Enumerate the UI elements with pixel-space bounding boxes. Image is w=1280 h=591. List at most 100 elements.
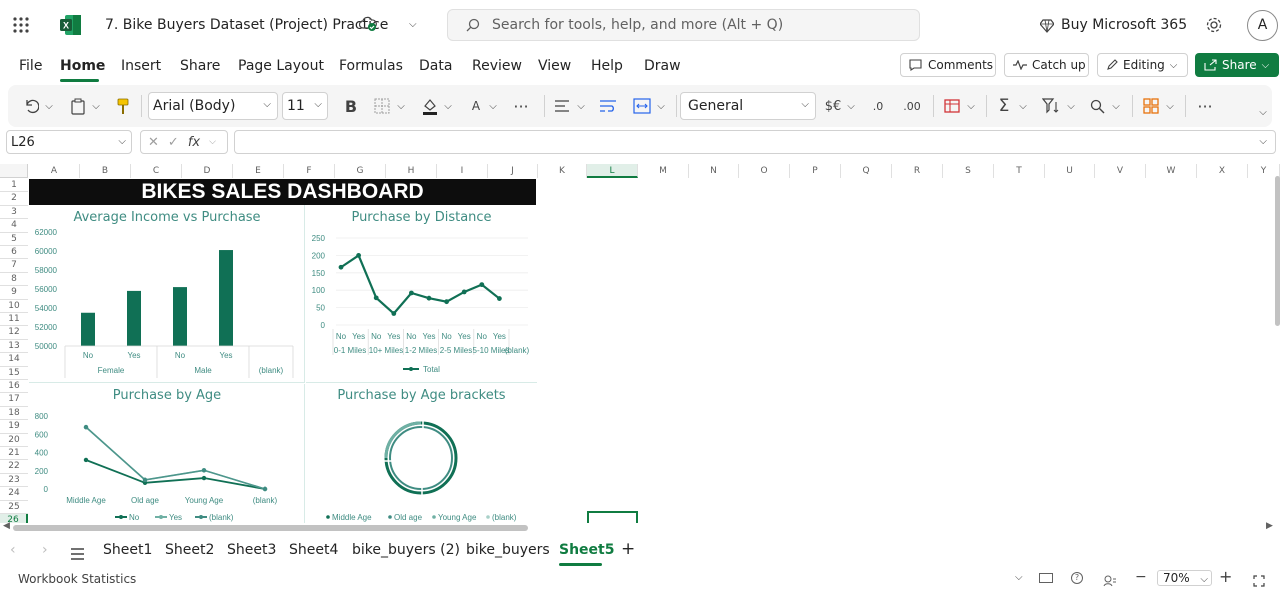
settings-gear-icon[interactable] <box>1205 16 1223 34</box>
autosum-icon[interactable]: Σ <box>994 93 1014 119</box>
column-header-b[interactable]: B <box>80 164 131 178</box>
merge-chevron-icon[interactable]: ⌵ <box>656 93 666 119</box>
search-box[interactable]: Search for tools, help, and more (Alt + … <box>447 9 920 41</box>
sheet-tab-1[interactable]: Sheet1 <box>103 542 152 558</box>
sheet-tab-3[interactable]: Sheet3 <box>227 542 276 558</box>
title-dropdown-chevron-icon[interactable]: ⌵ <box>409 19 417 30</box>
font-color-chevron-icon[interactable]: ⌵ <box>488 93 498 119</box>
column-header-c[interactable]: C <box>131 164 182 178</box>
column-header-f[interactable]: F <box>284 164 335 178</box>
column-header-o[interactable]: O <box>739 164 790 178</box>
row-header-25[interactable]: 25 <box>0 501 28 514</box>
sheet-tab-4[interactable]: Sheet4 <box>289 542 338 558</box>
increase-decimal-button[interactable]: .0 <box>868 93 888 119</box>
row-header-24[interactable]: 24 <box>0 487 28 501</box>
row-header-6[interactable]: 6 <box>0 246 28 260</box>
row-header-9[interactable]: 9 <box>0 286 28 300</box>
column-header-r[interactable]: R <box>892 164 943 178</box>
row-header-13[interactable]: 13 <box>0 340 28 354</box>
menu-share[interactable]: Share <box>180 58 220 74</box>
file-title[interactable]: 7. Bike Buyers Dataset (Project) Practic… <box>105 17 388 33</box>
status-chevron-icon[interactable]: ⌵ <box>1015 572 1023 583</box>
scroll-right-arrow-icon[interactable]: ▶ <box>1266 521 1273 531</box>
prev-sheet-arrow-icon[interactable]: ‹ <box>10 542 16 558</box>
confirm-formula-icon[interactable]: ✓ <box>168 135 179 150</box>
sort-filter-chevron-icon[interactable]: ⌵ <box>1066 93 1076 119</box>
column-header-h[interactable]: H <box>386 164 437 178</box>
row-header-1[interactable]: 1 <box>0 179 28 193</box>
scroll-left-arrow-icon[interactable]: ◀ <box>3 521 10 531</box>
row-header-10[interactable]: 10 <box>0 300 28 313</box>
column-header-v[interactable]: V <box>1095 164 1146 178</box>
expand-ribbon-chevron-icon[interactable]: ⌵ <box>1258 99 1268 125</box>
undo-icon[interactable] <box>20 93 42 119</box>
row-header-7[interactable]: 7 <box>0 259 28 273</box>
currency-chevron-icon[interactable]: ⌵ <box>846 93 856 119</box>
sheet-tab-active[interactable]: Sheet5 <box>559 542 614 558</box>
next-sheet-arrow-icon[interactable]: › <box>42 542 48 558</box>
conditional-format-chevron-icon[interactable]: ⌵ <box>966 93 976 119</box>
buy-microsoft-link[interactable]: Buy Microsoft 365 <box>1061 17 1187 33</box>
add-sheet-icon[interactable]: + <box>621 539 635 559</box>
menu-help[interactable]: Help <box>591 58 623 74</box>
add-ins-icon[interactable] <box>1141 93 1161 119</box>
merge-cells-icon[interactable] <box>632 93 652 119</box>
select-all-corner[interactable] <box>0 164 28 178</box>
row-header-12[interactable]: 12 <box>0 326 28 340</box>
wrap-text-icon[interactable] <box>598 93 618 119</box>
spreadsheet-grid[interactable]: ABCDEFGHIJKLMNOPQRSTUVWXY 1 2 3 4 5 6 7 8 9 10 11 1… <box>0 164 1280 524</box>
row-header-5[interactable]: 5 <box>0 233 28 246</box>
font-size-select[interactable]: 11 ⌵ <box>282 92 328 120</box>
borders-icon[interactable] <box>372 93 392 119</box>
more-font-options-icon[interactable]: ··· <box>510 93 532 119</box>
help-icon[interactable]: ? <box>1071 572 1083 584</box>
share-button[interactable]: Share ⌵ <box>1195 53 1279 77</box>
column-header-l[interactable]: L <box>587 164 638 178</box>
menu-view[interactable]: View <box>538 58 571 74</box>
sheet-tab-2[interactable]: Sheet2 <box>165 542 214 558</box>
borders-chevron-icon[interactable]: ⌵ <box>396 93 406 119</box>
column-header-q[interactable]: Q <box>841 164 892 178</box>
chart-average-income[interactable]: Average Income vs Purchase 62000 60000 580… <box>29 205 305 383</box>
chart-age-brackets[interactable]: Purchase by Age brackets Middle Age Old a… <box>306 384 537 524</box>
row-header-14[interactable]: 14 <box>0 353 28 367</box>
menu-data[interactable]: Data <box>419 58 452 74</box>
row-header-11[interactable]: 11 <box>0 313 28 327</box>
menu-formulas[interactable]: Formulas <box>339 58 403 74</box>
app-launcher-icon[interactable] <box>13 17 29 33</box>
menu-review[interactable]: Review <box>472 58 522 74</box>
row-header-18[interactable]: 18 <box>0 407 28 421</box>
column-header-w[interactable]: W <box>1146 164 1197 178</box>
column-header-m[interactable]: M <box>638 164 689 178</box>
fill-color-chevron-icon[interactable]: ⌵ <box>443 93 453 119</box>
more-options-icon[interactable]: ··· <box>1194 93 1216 119</box>
conditional-format-icon[interactable] <box>942 93 962 119</box>
menu-home[interactable]: Home <box>60 58 105 74</box>
undo-chevron-icon[interactable]: ⌵ <box>44 93 54 119</box>
chart-purchase-by-age[interactable]: Purchase by Age 800 600 400 200 0 Middle Age O… <box>29 384 305 524</box>
formula-input[interactable]: ⌵ <box>234 130 1276 154</box>
column-header-p[interactable]: P <box>790 164 841 178</box>
column-header-s[interactable]: S <box>943 164 994 178</box>
align-icon[interactable] <box>552 93 572 119</box>
row-header-8[interactable]: 8 <box>0 273 28 287</box>
row-header-23[interactable]: 23 <box>0 474 28 488</box>
decrease-decimal-button[interactable]: .00 <box>901 93 923 119</box>
paste-chevron-icon[interactable]: ⌵ <box>91 93 101 119</box>
sheet-tab-6[interactable]: bike_buyers <box>466 542 550 558</box>
chart-purchase-by-distance[interactable]: Purchase by Distance 250 200 150 100 50 0 No Ye… <box>306 205 537 383</box>
font-color-icon[interactable]: A <box>468 93 484 119</box>
feedback-icon[interactable] <box>1103 572 1117 587</box>
cancel-formula-icon[interactable]: ✕ <box>148 135 159 150</box>
column-header-j[interactable]: J <box>488 164 538 178</box>
fx-chevron-icon[interactable]: ⌵ <box>209 137 216 147</box>
column-header-i[interactable]: I <box>437 164 488 178</box>
sort-filter-icon[interactable] <box>1040 93 1062 119</box>
row-header-19[interactable]: 19 <box>0 420 28 434</box>
currency-format-button[interactable]: $€ <box>823 93 843 119</box>
add-ins-chevron-icon[interactable]: ⌵ <box>1165 93 1175 119</box>
paste-clipboard-icon[interactable] <box>68 93 88 119</box>
sheet-tab-5[interactable]: bike_buyers (2) <box>352 542 460 558</box>
keyboard-icon[interactable] <box>1039 573 1053 583</box>
row-header-20[interactable]: 20 <box>0 434 28 447</box>
